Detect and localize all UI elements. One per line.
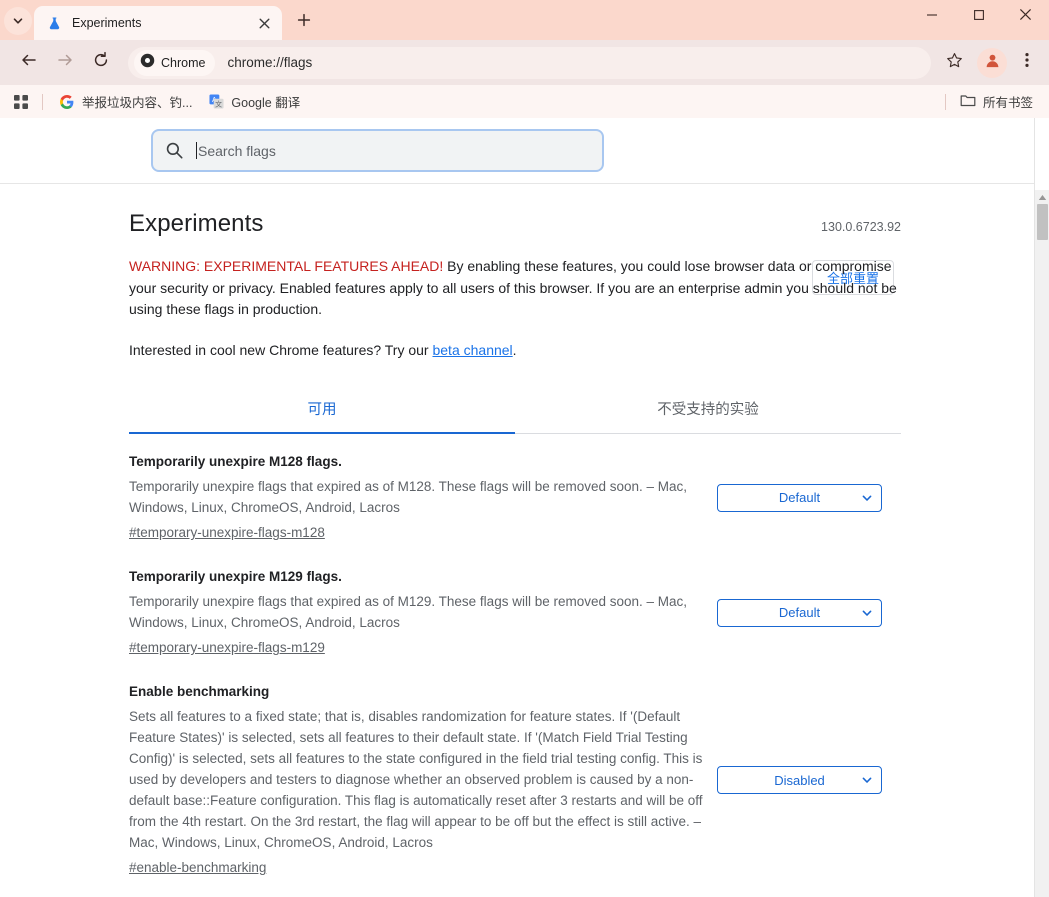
search-input[interactable]: Search flags (151, 129, 604, 172)
flag-select-wrap: Default (717, 483, 901, 512)
beta-prefix: Interested in cool new Chrome features? … (129, 341, 433, 358)
flag-name: Temporarily unexpire M128 flags. (129, 454, 342, 470)
chrome-chip[interactable]: Chrome (134, 49, 216, 76)
chrome-chip-label: Chrome (161, 55, 206, 70)
page-viewport: Search flags 全部重置 Experiments 130.0.6723… (0, 118, 1049, 897)
chevron-down-icon (12, 15, 24, 27)
search-icon (165, 141, 184, 160)
address-bar[interactable]: Chrome chrome://flags (128, 46, 931, 79)
flag-permalink[interactable]: #temporary-unexpire-flags-m128 (129, 525, 325, 540)
browser-toolbar: Chrome chrome://flags (0, 40, 1049, 85)
chrome-logo-icon (140, 53, 155, 73)
arrow-forward-icon (56, 51, 74, 74)
tab-search-button[interactable] (4, 7, 32, 35)
flags-tabs: 可用 不受支持的实验 (129, 388, 901, 435)
flag-description: Sets all features to a fixed state; that… (129, 709, 703, 851)
tab-title: Experiments (72, 16, 142, 30)
reload-icon (92, 51, 110, 74)
back-button[interactable] (14, 48, 44, 78)
tab-strip: Experiments (0, 0, 1049, 40)
close-window-button[interactable] (1002, 0, 1049, 33)
flag-state-select[interactable]: Default (717, 483, 882, 512)
profile-button[interactable] (977, 47, 1007, 78)
version-label: 130.0.6723.92 (821, 220, 901, 235)
bookmark-button[interactable] (939, 48, 969, 78)
flag-state-value: Default (778, 490, 821, 506)
text-cursor (196, 142, 197, 159)
chevron-down-icon (861, 492, 873, 504)
arrow-back-icon (20, 51, 38, 74)
google-translate-icon: A 文 (208, 94, 224, 110)
title-row: Experiments 130.0.6723.92 (129, 210, 901, 237)
flag-select-wrap: Default (717, 598, 901, 627)
bookmark-item-google-translate[interactable]: A 文 Google 翻译 (200, 90, 308, 114)
chevron-down-icon (861, 774, 873, 786)
scrollbar-thumb[interactable] (1037, 204, 1048, 240)
bookmark-item-spam-report[interactable]: 举报垃圾内容、钓... (51, 90, 200, 114)
bookmark-label: 举报垃圾内容、钓... (82, 96, 193, 110)
new-tab-button[interactable] (290, 8, 318, 36)
forward-button[interactable] (50, 48, 80, 78)
browser-menu-button[interactable] (1013, 48, 1041, 78)
page-title: Experiments (129, 210, 264, 237)
minimize-button[interactable] (908, 0, 955, 33)
all-bookmarks-button[interactable]: 所有书签 (954, 90, 1039, 114)
chevron-down-icon (861, 607, 873, 619)
flag-description: Temporarily unexpire flags that expired … (129, 479, 688, 516)
tab-available[interactable]: 可用 (129, 388, 515, 435)
flag-entry: Enable benchmarking Sets all features to… (129, 667, 901, 887)
all-bookmarks-label: 所有书签 (982, 96, 1033, 110)
flag-state-value: Default (778, 605, 821, 621)
scrollbar-track-top[interactable] (1035, 118, 1049, 190)
flag-permalink[interactable]: #enable-benchmarking (129, 860, 266, 875)
google-g-icon (59, 94, 75, 110)
flag-state-value: Disabled (774, 772, 825, 788)
beta-channel-paragraph: Interested in cool new Chrome features? … (129, 340, 901, 362)
window-controls (908, 0, 1049, 33)
close-icon[interactable] (254, 13, 274, 33)
flag-select-wrap: Disabled (717, 766, 901, 795)
beta-channel-link[interactable]: beta channel (432, 342, 512, 358)
warning-headline: WARNING: EXPERIMENTAL FEATURES AHEAD! (129, 258, 444, 275)
flag-info: Temporarily unexpire M129 flags. Tempora… (129, 568, 717, 657)
apps-grid-icon[interactable] (8, 89, 34, 115)
reload-button[interactable] (86, 48, 116, 78)
divider (42, 93, 43, 110)
flag-name: Enable benchmarking (129, 684, 270, 700)
svg-text:文: 文 (215, 99, 222, 108)
close-icon (1019, 8, 1032, 26)
flag-info: Temporarily unexpire M128 flags. Tempora… (129, 453, 717, 542)
warning-paragraph: WARNING: EXPERIMENTAL FEATURES AHEAD! By… (129, 256, 901, 321)
flag-state-select[interactable]: Disabled (717, 766, 882, 795)
beta-suffix: . (512, 341, 517, 358)
avatar-icon (984, 52, 1001, 74)
plus-icon (297, 13, 311, 32)
folder-icon (960, 93, 976, 110)
url-text: chrome://flags (227, 55, 313, 70)
flags-list: Temporarily unexpire M128 flags. Tempora… (129, 437, 901, 887)
scroll-up-arrow-icon[interactable] (1035, 190, 1049, 204)
bookmarks-bar: 举报垃圾内容、钓... A 文 Google 翻译 所有书签 (0, 85, 1049, 118)
three-dot-menu-icon (1025, 52, 1029, 73)
minimize-icon (926, 8, 938, 26)
flag-entry: Temporarily unexpire M128 flags. Tempora… (129, 437, 901, 552)
search-placeholder: Search flags (198, 142, 276, 159)
browser-tab[interactable]: Experiments (34, 6, 282, 40)
maximize-icon (973, 8, 985, 26)
flag-info: Enable benchmarking Sets all features to… (129, 683, 717, 877)
bookmark-label: Google 翻译 (231, 96, 301, 110)
flag-permalink[interactable]: #temporary-unexpire-flags-m129 (129, 640, 325, 655)
maximize-button[interactable] (955, 0, 1002, 33)
flag-name: Temporarily unexpire M129 flags. (129, 569, 342, 585)
star-icon (946, 52, 963, 74)
flag-state-select[interactable]: Default (717, 598, 882, 627)
tab-unsupported[interactable]: 不受支持的实验 (515, 388, 901, 433)
flask-icon (46, 15, 62, 31)
flags-search-bar: Search flags 全部重置 (0, 118, 1049, 295)
flag-entry: Temporarily unexpire M129 flags. Tempora… (129, 552, 901, 667)
divider (944, 93, 946, 110)
flag-description: Temporarily unexpire flags that expired … (129, 594, 688, 631)
vertical-scrollbar[interactable] (1034, 118, 1049, 897)
flags-content: Experiments 130.0.6723.92 WARNING: EXPER… (0, 184, 1049, 896)
